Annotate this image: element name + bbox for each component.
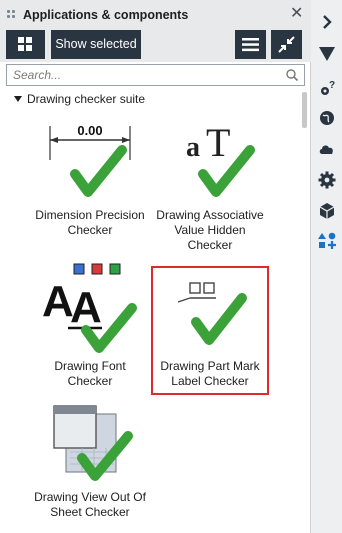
tile-label: Dimension Precision Checker: [35, 208, 145, 237]
view-out-of-sheet-icon: [53, 405, 133, 481]
dimension-value-text: 0.00: [77, 123, 102, 138]
scrollbar-thumb[interactable]: [302, 92, 307, 128]
svg-text:A: A: [42, 277, 74, 326]
scrollbar-track[interactable]: [299, 92, 309, 533]
query-gear-icon[interactable]: ?: [317, 78, 337, 98]
associative-value-icon: a T: [186, 120, 255, 197]
panel-toolbar: Show selected: [0, 30, 311, 62]
search-icon[interactable]: [285, 68, 299, 82]
applications-icon[interactable]: [317, 231, 337, 251]
expand-triangle-icon[interactable]: [14, 96, 22, 102]
settings-gear-icon[interactable]: [317, 170, 337, 190]
collapse-button[interactable]: [271, 30, 302, 59]
show-selected-button[interactable]: Show selected: [51, 30, 141, 59]
svg-text:?: ?: [329, 80, 335, 91]
collapse-arrows-icon: [278, 36, 295, 53]
list-view-button[interactable]: [235, 30, 266, 59]
svg-text:a: a: [186, 132, 200, 163]
side-rail: ?: [311, 0, 342, 533]
cloud-icon[interactable]: [317, 139, 337, 159]
grid-view-button[interactable]: [6, 30, 45, 59]
component-cube-icon[interactable]: [317, 201, 337, 221]
tile-drawing-view-out-of-sheet-checker[interactable]: Drawing View Out Of Sheet Checker: [30, 400, 150, 530]
group-header[interactable]: Drawing checker suite: [14, 92, 145, 106]
search-box[interactable]: [6, 64, 305, 86]
applications-panel: Applications & components ✕ Show selecte…: [0, 0, 311, 533]
svg-text:A: A: [70, 283, 102, 332]
grid-icon: [18, 37, 32, 51]
globe-icon[interactable]: [317, 108, 337, 128]
panel-title: Applications & components: [23, 8, 189, 22]
search-input[interactable]: [13, 67, 273, 83]
tile-label: Drawing View Out Of Sheet Checker: [34, 490, 146, 519]
selection-highlight: [151, 266, 269, 395]
panel-titlebar[interactable]: Applications & components ✕: [0, 0, 311, 30]
drag-grip-icon[interactable]: [7, 10, 17, 20]
tile-drawing-associative-value-hidden-checker[interactable]: a T Drawing Associative Value Hidden Check…: [150, 118, 270, 258]
tile-dimension-precision-checker[interactable]: 0.00 Dimension Precision Checker: [30, 118, 150, 248]
tile-label: Drawing Associative Value Hidden Checker: [156, 208, 264, 252]
tile-label: Drawing Font Checker: [54, 359, 126, 388]
font-checker-icon: A A: [42, 263, 137, 353]
close-icon[interactable]: ✕: [290, 5, 303, 23]
dimension-precision-icon: 0.00: [49, 123, 131, 197]
svg-text:T: T: [206, 120, 230, 165]
list-icon: [242, 38, 259, 52]
group-label: Drawing checker suite: [27, 92, 146, 106]
chevron-right-icon[interactable]: [317, 12, 337, 32]
filter-icon[interactable]: [317, 44, 337, 64]
tile-drawing-font-checker[interactable]: A A Drawing Font Checker: [30, 262, 150, 392]
